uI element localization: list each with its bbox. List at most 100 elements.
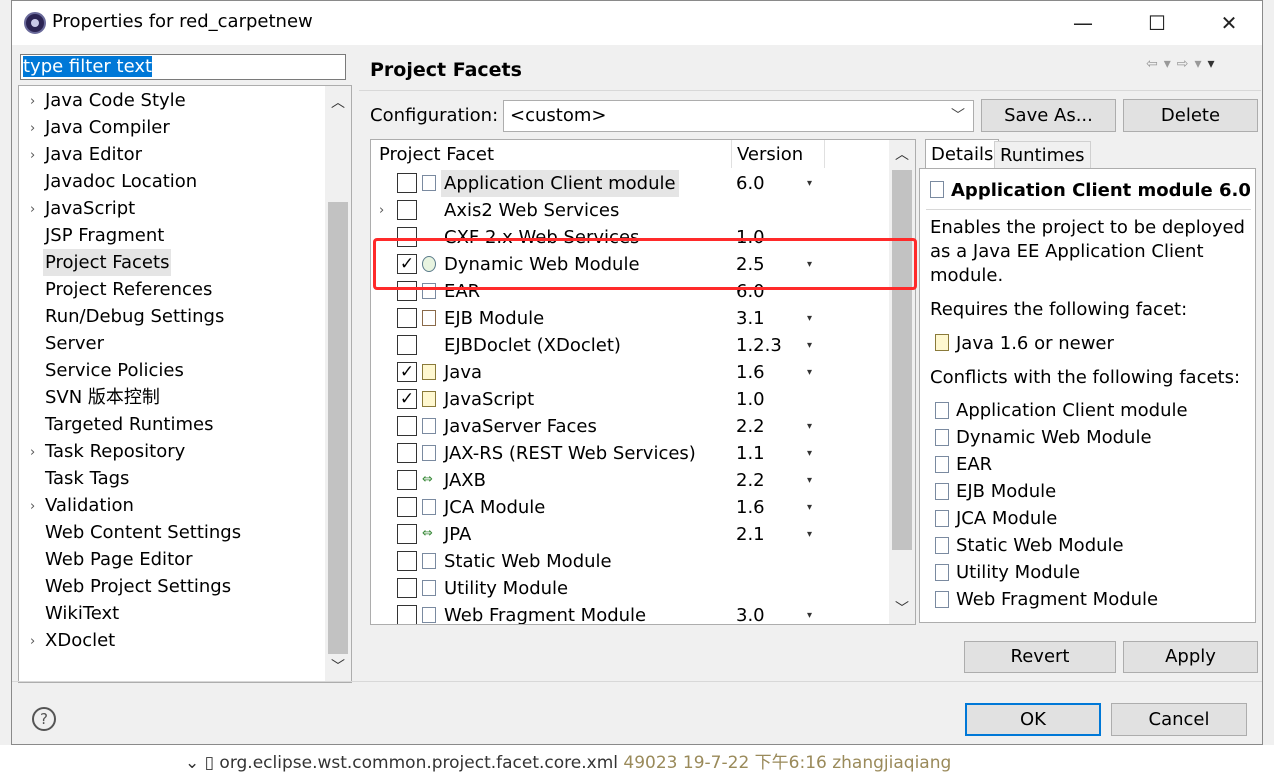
facet-row[interactable]: › Axis2 Web Services <box>371 197 887 224</box>
checkbox[interactable] <box>397 173 417 193</box>
cancel-button[interactable]: Cancel <box>1111 703 1247 736</box>
chevron-right-icon[interactable]: › <box>30 634 42 649</box>
facet-version[interactable]: 2.1 <box>736 521 765 548</box>
version-dropdown-icon[interactable]: ▾ <box>807 521 812 548</box>
version-dropdown-icon[interactable]: ▾ <box>807 170 812 197</box>
tree-scroll-thumb[interactable] <box>328 202 348 654</box>
scroll-down-icon[interactable]: ﹀ <box>325 656 351 676</box>
chevron-right-icon[interactable]: › <box>30 94 42 109</box>
minimize-button[interactable]: — <box>1060 1 1106 45</box>
tree-item[interactable]: SVN 版本控制 <box>43 384 162 411</box>
tree-item[interactable]: Targeted Runtimes <box>43 411 215 438</box>
tree-scrollbar[interactable]: ︿ ﹀ <box>325 86 351 682</box>
version-dropdown-icon[interactable]: ▾ <box>807 602 812 624</box>
configuration-combo[interactable]: <custom> ﹀ <box>503 100 974 132</box>
facet-row[interactable]: Static Web Module <box>371 548 887 575</box>
tab-runtimes[interactable]: Runtimes <box>994 141 1091 170</box>
facet-version[interactable]: 1.6 <box>736 359 765 386</box>
facet-row[interactable]: EJB Module 3.1 ▾ <box>371 305 887 332</box>
tree-item[interactable]: Server <box>43 330 106 357</box>
tree-item[interactable]: Web Content Settings <box>43 519 243 546</box>
scroll-up-icon[interactable]: ︿ <box>889 144 915 164</box>
column-header-version[interactable]: Version <box>737 141 803 169</box>
chevron-right-icon[interactable]: › <box>30 202 42 217</box>
facet-version[interactable]: 2.2 <box>736 413 765 440</box>
back-icon[interactable]: ⇦▾ <box>1146 56 1177 72</box>
facets-scroll-thumb[interactable] <box>892 170 912 550</box>
tree-item[interactable]: Service Policies <box>43 357 186 384</box>
facet-version[interactable]: 2.2 <box>736 467 765 494</box>
tree-item[interactable]: JSP Fragment <box>43 222 166 249</box>
tree-item[interactable]: Web Project Settings <box>43 573 233 600</box>
checkbox[interactable] <box>397 578 417 598</box>
checkbox[interactable] <box>397 443 417 463</box>
revert-button[interactable]: Revert <box>964 641 1116 673</box>
version-dropdown-icon[interactable]: ▾ <box>807 413 812 440</box>
facet-version[interactable]: 1.2.3 <box>736 332 782 359</box>
filter-input[interactable]: type filter text <box>20 54 346 80</box>
help-icon[interactable]: ? <box>32 707 56 731</box>
checkbox[interactable] <box>397 605 417 624</box>
version-dropdown-icon[interactable]: ▾ <box>807 359 812 386</box>
tree-item[interactable]: Java Code Style <box>43 87 188 114</box>
checkbox[interactable] <box>397 200 417 220</box>
facet-row[interactable]: ✓ JavaScript 1.0 <box>371 386 887 413</box>
view-menu-icon[interactable]: ▾ <box>1208 56 1221 72</box>
facet-row[interactable]: ✓ Java 1.6 ▾ <box>371 359 887 386</box>
facet-row[interactable]: EJBDoclet (XDoclet) 1.2.3 ▾ <box>371 332 887 359</box>
facet-version[interactable]: 1.6 <box>736 494 765 521</box>
facet-row[interactable]: Application Client module 6.0 ▾ <box>371 170 887 197</box>
chevron-right-icon[interactable]: › <box>30 148 42 163</box>
tree-item[interactable]: Java Editor <box>43 141 144 168</box>
scroll-down-icon[interactable]: ﹀ <box>889 598 915 618</box>
facets-scrollbar[interactable]: ︿ ﹀ <box>889 140 915 624</box>
facet-row[interactable]: ⇔ JPA 2.1 ▾ <box>371 521 887 548</box>
tree-item[interactable]: Task Tags <box>43 465 131 492</box>
tree-item[interactable]: XDoclet <box>43 627 117 654</box>
tab-details[interactable]: Details <box>925 139 1000 170</box>
checkbox[interactable] <box>397 551 417 571</box>
facet-row[interactable]: JAX-RS (REST Web Services) 1.1 ▾ <box>371 440 887 467</box>
checkbox[interactable] <box>397 335 417 355</box>
version-dropdown-icon[interactable]: ▾ <box>807 332 812 359</box>
apply-button[interactable]: Apply <box>1123 641 1258 673</box>
column-header-facet[interactable]: Project Facet <box>379 141 494 169</box>
ok-button[interactable]: OK <box>965 703 1101 736</box>
checkbox[interactable] <box>397 470 417 490</box>
history-nav[interactable]: ⇦▾⇨▾▾ <box>1146 56 1221 72</box>
tree-item[interactable]: WikiText <box>43 600 121 627</box>
tree-item[interactable]: Project Facets <box>43 249 172 276</box>
version-dropdown-icon[interactable]: ▾ <box>807 440 812 467</box>
facet-version[interactable]: 1.1 <box>736 440 765 467</box>
save-as-button[interactable]: Save As... <box>981 99 1116 132</box>
tree-item[interactable]: Web Page Editor <box>43 546 195 573</box>
chevron-right-icon[interactable]: › <box>30 121 42 136</box>
tree-item[interactable]: Project References <box>43 276 214 303</box>
facet-row[interactable]: ⇔ JAXB 2.2 ▾ <box>371 467 887 494</box>
facet-row[interactable]: Web Fragment Module 3.0 ▾ <box>371 602 887 624</box>
close-button[interactable]: ✕ <box>1206 1 1252 45</box>
checkbox[interactable] <box>397 497 417 517</box>
facet-row[interactable]: Utility Module <box>371 575 887 602</box>
checkbox[interactable] <box>397 524 417 544</box>
tree-item[interactable]: JavaScript <box>43 195 137 222</box>
version-dropdown-icon[interactable]: ▾ <box>807 305 812 332</box>
version-dropdown-icon[interactable]: ▾ <box>807 467 812 494</box>
checked-checkbox[interactable]: ✓ <box>397 389 417 409</box>
checkbox[interactable] <box>397 308 417 328</box>
scroll-up-icon[interactable]: ︿ <box>325 92 351 112</box>
tree-item[interactable]: Java Compiler <box>43 114 172 141</box>
tree-item[interactable]: Validation <box>43 492 136 519</box>
tree-item[interactable]: Javadoc Location <box>43 168 199 195</box>
version-dropdown-icon[interactable]: ▾ <box>807 494 812 521</box>
maximize-button[interactable]: ☐ <box>1134 1 1180 45</box>
facet-version[interactable]: 6.0 <box>736 170 765 197</box>
tree-item[interactable]: Run/Debug Settings <box>43 303 226 330</box>
forward-icon[interactable]: ⇨▾ <box>1177 56 1208 72</box>
facet-version[interactable]: 3.1 <box>736 305 765 332</box>
facet-row[interactable]: JavaServer Faces 2.2 ▾ <box>371 413 887 440</box>
facet-row[interactable]: JCA Module 1.6 ▾ <box>371 494 887 521</box>
checkbox[interactable] <box>397 416 417 436</box>
tree-item[interactable]: Task Repository <box>43 438 187 465</box>
delete-button[interactable]: Delete <box>1123 99 1258 132</box>
